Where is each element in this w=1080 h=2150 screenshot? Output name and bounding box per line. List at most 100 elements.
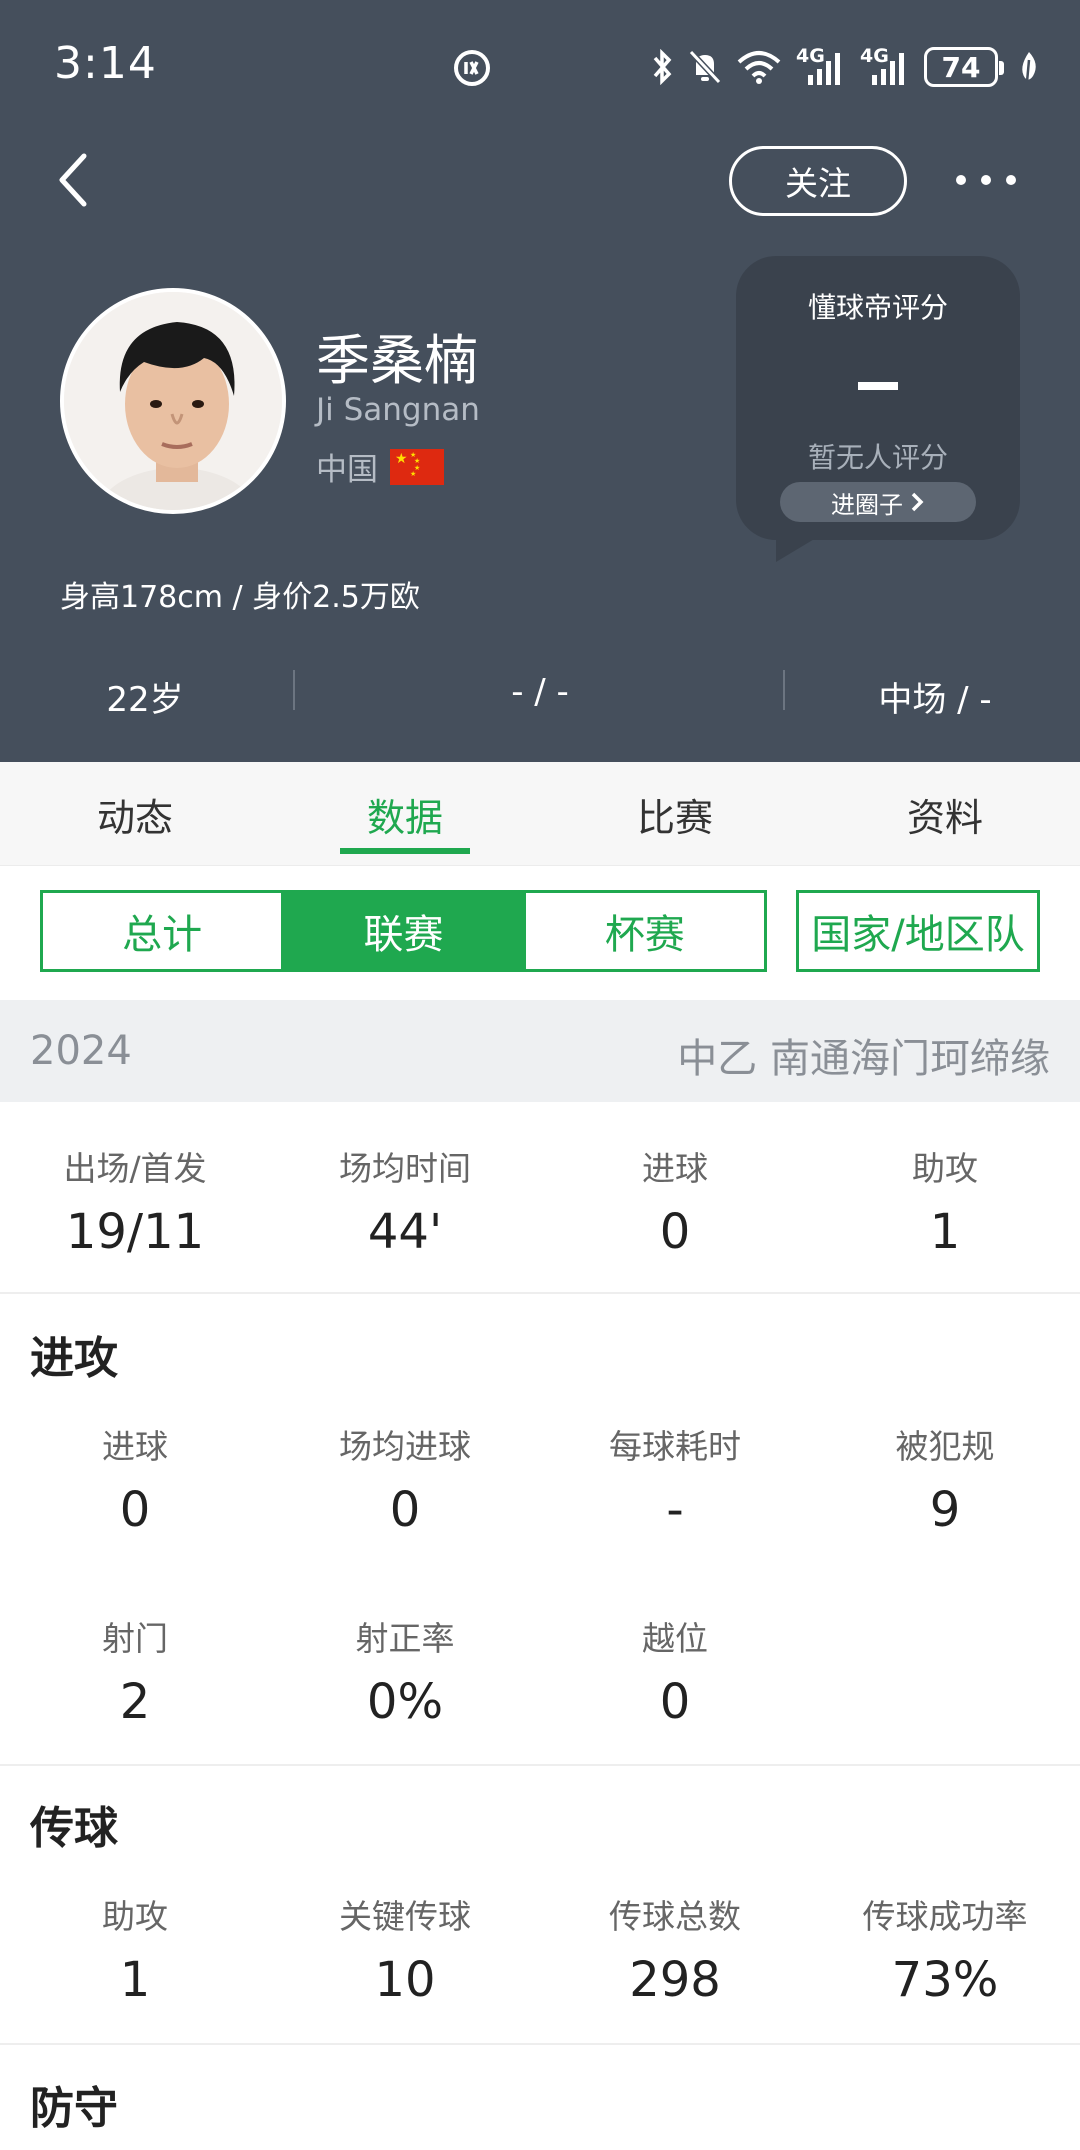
country-label: 中国 [316,452,378,488]
stat-fouled: 被犯规 9 [810,1420,1080,1538]
segment-cup[interactable]: 杯赛 [526,893,764,969]
stat-goals: 进球 0 [540,1142,810,1260]
stat-pass-accuracy: 传球成功率 73% [810,1890,1080,2008]
tab-matches[interactable]: 比赛 [540,762,810,866]
status-icons: 4G 4G 74 [652,44,1040,90]
position-value: 中场 / - [878,680,992,720]
wifi-icon [736,45,782,89]
more-dot-icon [956,175,966,185]
chevron-right-icon [911,492,924,512]
stat-label: 关键传球 [339,1897,471,1936]
rating-card[interactable]: 懂球帝评分 - 暂无人评分 进圈子 [736,256,1020,562]
join-circle-label: 进圈子 [831,490,903,519]
stat-label: 传球成功率 [862,1897,1028,1936]
stat-value: 0 [659,1204,691,1260]
stat-label: 传球总数 [609,1897,741,1936]
stat-value: 73% [891,1952,999,2008]
stat-value: 1 [929,1204,961,1260]
attack-section-title: 进攻 [30,1333,118,1384]
stat-total-passes: 传球总数 298 [540,1890,810,2008]
tab-profile[interactable]: 资料 [810,762,1080,866]
stat-shot-accuracy: 射正率 0% [270,1612,540,1730]
chevron-left-icon [59,153,87,207]
season-team: 中乙 南通海门珂缔缘 [677,1036,1050,1082]
signal-icon-2: 4G [860,45,910,89]
stat-value: 2 [119,1674,151,1730]
info-divider [293,670,295,710]
stat-value: 0 [659,1674,691,1730]
stat-offsides: 越位 0 [540,1612,810,1730]
stat-goals-per-game: 场均进球 0 [270,1420,540,1538]
stat-value: 19/11 [65,1204,205,1260]
china-flag-icon: ★ ★ ★ ★ ★ [390,448,444,485]
section-divider [0,1292,1080,1294]
back-button[interactable] [52,148,102,212]
follow-button[interactable]: 关注 [729,146,907,216]
stat-value: 1 [119,1952,151,2008]
data-saver-icon [452,48,492,88]
segment-total[interactable]: 总计 [43,893,285,969]
stat-value: 44' [367,1204,443,1260]
battery-indicator: 74 [924,47,1004,87]
player-name-en: Ji Sangnan [316,392,480,428]
stat-key-passes: 关键传球 10 [270,1890,540,2008]
stat-label: 进球 [642,1149,708,1188]
rating-subtitle: 暂无人评分 [807,441,948,474]
stat-label: 被犯规 [895,1427,995,1466]
stat-label: 射门 [102,1619,168,1658]
segment-league[interactable]: 联赛 [284,893,526,969]
stat-label: 进球 [102,1427,168,1466]
stat-label: 场均时间 [339,1149,471,1188]
stat-value: - [666,1482,684,1538]
stat-value: 0% [366,1674,444,1730]
stat-value: 298 [629,1952,721,2008]
stat-assists: 助攻 1 [810,1142,1080,1260]
signal-icon-1: 4G [796,45,846,89]
number-value: - / - [511,672,569,712]
active-tab-indicator [340,848,470,854]
stat-label: 场均进球 [339,1427,471,1466]
player-info-row: 22岁 - / - 中场 / - [0,660,1080,740]
height-value-info: 身高178cm / 身价2.5万欧 [60,580,420,615]
stat-label: 助攻 [912,1149,978,1188]
tab-news[interactable]: 动态 [0,762,270,866]
passing-section-title: 传球 [30,1803,118,1854]
more-menu-button[interactable] [956,160,1016,200]
stat-value: 0 [389,1482,421,1538]
stat-shots: 射门 2 [0,1612,270,1730]
stat-appearances: 出场/首发 19/11 [0,1142,270,1260]
stat-value: 10 [374,1952,436,2008]
stat-label: 每球耗时 [609,1427,741,1466]
stat-minutes-per-goal: 每球耗时 - [540,1420,810,1538]
main-tabs: 动态 数据 比赛 资料 [0,762,1080,866]
section-divider [0,1764,1080,1766]
stat-label: 越位 [642,1619,708,1658]
stat-value: 9 [929,1482,961,1538]
status-time: 3:14 [54,38,157,89]
mute-bell-icon [688,45,722,89]
stat-goals: 进球 0 [0,1420,270,1538]
season-selector[interactable]: 2024 中乙 南通海门珂缔缘 [0,1000,1080,1102]
player-header: 3:14 4G 4G 74 关注 季桑楠 Ji Sangnan 中国 ★ ★ ★… [0,0,1080,762]
section-divider [0,2043,1080,2045]
join-circle-button[interactable]: 进圈子 [780,482,976,522]
bluetooth-icon [652,45,674,89]
segment-national-team[interactable]: 国家/地区队 [796,890,1040,972]
player-avatar [60,288,286,514]
stat-value: 0 [119,1482,151,1538]
rating-title: 懂球帝评分 [807,291,948,324]
player-country: 中国 ★ ★ ★ ★ ★ [316,444,444,489]
status-bar: 3:14 4G 4G 74 [0,0,1080,135]
player-name: 季桑楠 [316,329,478,392]
stat-avg-minutes: 场均时间 44' [270,1142,540,1260]
rating-value: - [858,382,898,390]
more-dot-icon [981,175,991,185]
defense-section-title: 防守 [30,2083,118,2134]
season-year: 2024 [30,1028,132,1074]
stat-label: 射正率 [355,1619,455,1658]
leaf-icon [1018,45,1040,89]
stat-label: 助攻 [102,1897,168,1936]
more-dot-icon [1006,175,1016,185]
stat-label: 出场/首发 [63,1149,207,1188]
competition-segment: 总计 联赛 杯赛 [40,890,767,972]
